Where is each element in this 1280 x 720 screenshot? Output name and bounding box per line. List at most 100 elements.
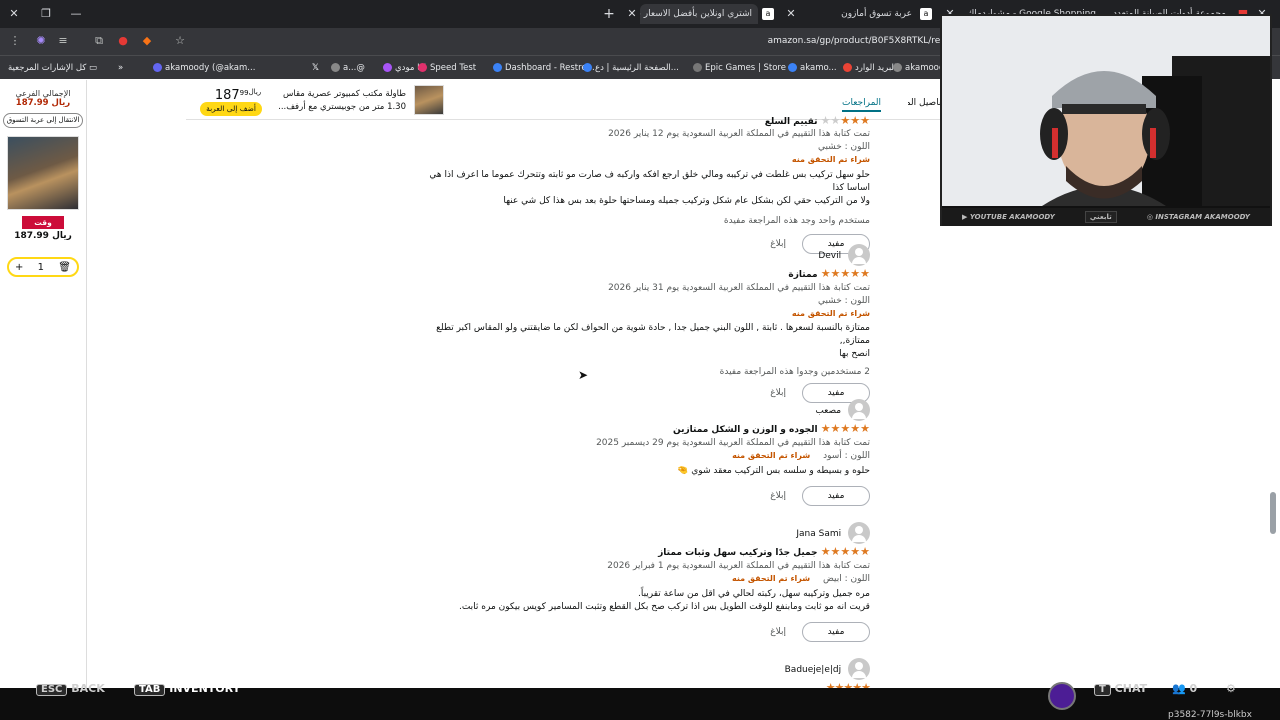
quantity-stepper: + 1 🗑	[7, 257, 79, 277]
streamer-camera-feed	[942, 16, 1270, 206]
page-scrollbar[interactable]	[1270, 492, 1276, 534]
session-id: p3582-77l9s-blkbx	[1168, 710, 1252, 720]
mouse-cursor-icon: ➤	[578, 368, 589, 382]
bookmark-item[interactable]: الصفحة الرئيسية | دع...	[580, 61, 679, 75]
bookmark-item[interactable]: a...@	[328, 61, 365, 75]
minimize-icon[interactable]: —	[70, 8, 82, 20]
add-to-cart-button[interactable]: أضف إلى العربة	[200, 102, 262, 116]
author-name[interactable]: Devil	[818, 251, 841, 261]
review-title[interactable]: تقييم السلع	[765, 117, 818, 127]
youtube-handle: ▶ YOUTUBE AKAMOODY	[962, 213, 1055, 221]
amazon-favicon: a	[762, 8, 774, 20]
subtotal-label: الإجمالي الفرعي	[15, 89, 71, 98]
review-card: مصعب ★★★★★ الجوده و الوزن و الشكل ممتازي…	[410, 399, 871, 506]
helpful-button[interactable]: مفيد	[802, 622, 870, 642]
menu-dots-icon[interactable]: ⋮	[8, 34, 22, 48]
product-thumbnail[interactable]	[7, 136, 79, 210]
rating-stars: ★★★★★	[820, 422, 871, 435]
report-link[interactable]: إبلاغ	[770, 627, 786, 637]
rating-stars: ★★★★★	[820, 267, 871, 280]
tab-hint: TAB INVENTORY	[134, 683, 240, 696]
review-date: تمت كتابة هذا التقييم في المملكة العربية…	[596, 438, 870, 448]
review-variant: اللون : خشبي	[817, 142, 870, 152]
review-variant: اللون : أسود	[823, 451, 870, 461]
chat-hint: T CHAT	[1094, 683, 1147, 696]
author-name[interactable]: Jana Sami	[796, 529, 841, 539]
extension-red-icon[interactable]: ●	[116, 34, 130, 48]
review-variant: اللون : ابيض	[823, 574, 870, 584]
bookmark-item[interactable]: Epic Games | Store	[690, 61, 786, 75]
new-tab-icon[interactable]: +	[603, 7, 615, 21]
social-bar: ▶ YOUTUBE AKAMOODY تابعني ◎ INSTAGRAM AK…	[942, 208, 1270, 226]
extension-orange-icon[interactable]: ◆	[140, 34, 154, 48]
address-bar[interactable]: amazon.sa/gp/product/B0F5X8RTKL/ref=c	[196, 32, 956, 51]
helpful-count: 2 مستخدمين وجدوا هذه المراجعة مفيدة	[719, 367, 870, 377]
trash-icon[interactable]: 🗑	[58, 262, 71, 273]
extension-icon[interactable]: ✺	[34, 34, 48, 48]
bookmark-item[interactable]: البريد الوارد	[840, 61, 896, 75]
equalizer-icon[interactable]: ≡	[56, 34, 70, 48]
review-header: ★★★★★ الجوده و الوزن و الشكل ممتازين	[410, 421, 871, 437]
subtotal-value: 187.99 ريال	[15, 98, 71, 108]
review-card: Devil ★★★★★ ممتازة تمت كتابة هذا التقييم…	[410, 244, 871, 403]
review-header: ★★★★★ تقييم السلع	[410, 114, 871, 128]
extensions-puzzle-icon[interactable]: ⧉	[92, 34, 106, 48]
verified-purchase: شراء تم التحقق منه	[791, 155, 870, 164]
bookmark-all[interactable]: كل الإشارات المرجعية ▭	[8, 61, 97, 75]
review-card: ★★★★★ تقييم السلع تمت كتابة هذا التقييم …	[410, 114, 871, 254]
players-count: 👥 0	[1172, 682, 1198, 695]
sticky-product-image	[414, 85, 444, 115]
plus-icon[interactable]: +	[15, 262, 23, 273]
sticky-product-title[interactable]: طاولة مكتب كمبيوتر عصرية مقاس 1.30 متر م…	[278, 88, 406, 114]
tab-amazon-cart[interactable]: عربة تسوق أمازون	[800, 4, 918, 24]
x-icon[interactable]: 𝕏	[312, 61, 319, 75]
review-header: ★★★★★ جميل جدًا وتركيب سهل وثبات ممتاز	[410, 544, 871, 560]
helpful-button[interactable]: مفيد	[802, 486, 870, 506]
player-avatar	[1048, 682, 1076, 710]
close-tab-icon[interactable]: ✕	[785, 8, 797, 20]
author-name[interactable]: Badueje|e|dj	[785, 665, 842, 675]
helpful-count: مستخدم واحد وجد هذه المراجعة مفيدة	[723, 216, 870, 226]
review-variant: اللون : خشبي	[817, 296, 870, 306]
tab-reviews[interactable]: المراجعات	[842, 98, 882, 112]
review-header: ★★★★★ ممتازة	[410, 266, 871, 282]
bookmark-item[interactable]: akamo...	[785, 61, 837, 75]
report-link[interactable]: إبلاغ	[770, 388, 786, 398]
follow-label: تابعني	[1084, 211, 1117, 223]
cart-item-price: 187.99 ريال	[14, 231, 72, 241]
sticky-price: ريال18799	[214, 88, 262, 103]
rating-stars: ★★★	[840, 114, 871, 127]
restore-icon[interactable]: ❐	[40, 8, 52, 20]
bookmark-item[interactable]: Speed Test	[415, 61, 476, 75]
bookmarks-overflow-icon[interactable]: »	[118, 61, 123, 75]
review-title[interactable]: جميل جدًا وتركيب سهل وثبات ممتاز	[658, 548, 817, 558]
quantity-value: 1	[37, 261, 45, 273]
webcam-overlay: ▶ YOUTUBE AKAMOODY تابعني ◎ INSTAGRAM AK…	[940, 14, 1272, 226]
review-date: تمت كتابة هذا التقييم في المملكة العربية…	[608, 283, 870, 293]
review-author: مصعب	[410, 399, 870, 421]
review-card: Badueje|e|dj ★★★★★	[410, 658, 871, 688]
review-date: تمت كتابة هذا التقييم في المملكة العربية…	[607, 561, 870, 571]
review-title[interactable]: ممتازة	[788, 270, 817, 280]
verified-purchase: شراء تم التحقق منه	[791, 309, 870, 318]
rating-stars-empty: ★★	[820, 114, 841, 127]
close-tab-icon[interactable]: ✕	[626, 8, 638, 20]
settings-gear-icon[interactable]: ⚙	[1226, 683, 1236, 694]
avatar	[848, 399, 870, 421]
review-author: Badueje|e|dj	[410, 658, 870, 680]
players-icon: 👥	[1172, 682, 1186, 695]
bookmark-star-icon[interactable]: ☆	[173, 34, 187, 48]
close-window-icon[interactable]: ✕	[8, 8, 20, 20]
bookmark-item[interactable]: akamoody (@akam...	[150, 61, 255, 75]
folder-icon: ▭	[89, 63, 98, 73]
review-title[interactable]: الجوده و الوزن و الشكل ممتازين	[673, 425, 818, 435]
verified-purchase: شراء تم التحقق منه	[732, 574, 811, 583]
rating-stars: ★★★★★	[825, 681, 871, 688]
report-link[interactable]: إبلاغ	[770, 491, 786, 501]
esc-hint: ESC BACK	[36, 683, 105, 696]
tab-amazon-product[interactable]: اشتري اونلاين بأفضل الاسعار بال...	[640, 4, 758, 24]
review-card: Jana Sami ★★★★★ جميل جدًا وتركيب سهل وثب…	[410, 522, 871, 642]
author-name[interactable]: مصعب	[815, 406, 841, 416]
go-to-cart-button[interactable]: الانتقال إلى عربة التسوق	[3, 113, 83, 128]
game-overlay-bar: ESC BACK TAB INVENTORY T CHAT 👥 0 ⚙ p358…	[0, 682, 1280, 720]
